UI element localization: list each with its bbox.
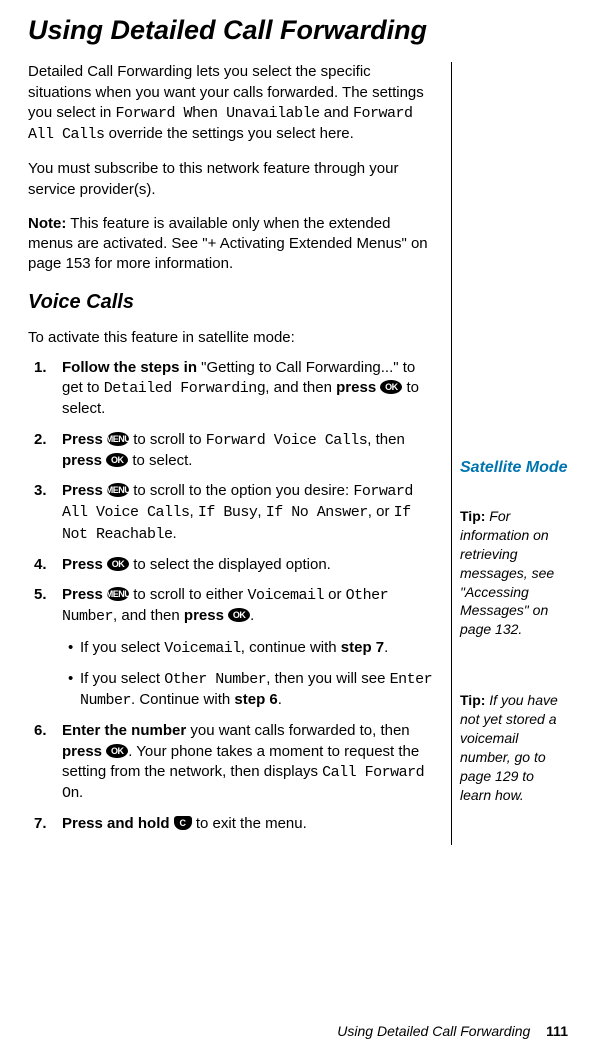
step-2: Press MENU to scroll to Forward Voice Ca… (48, 430, 437, 472)
footer-title: Using Detailed Call Forwarding (337, 1023, 530, 1039)
press-label: press (62, 743, 102, 760)
step-action: Press and hold (62, 815, 170, 832)
text: or (324, 586, 346, 603)
content-columns: Detailed Call Forwarding lets you select… (28, 62, 568, 844)
main-column: Detailed Call Forwarding lets you select… (28, 62, 452, 844)
menu-ref: Voicemail (164, 640, 241, 657)
ok-button-icon: OK (107, 557, 129, 571)
page-title: Using Detailed Call Forwarding (28, 12, 568, 48)
press-label: press (336, 379, 376, 396)
steps-intro: To activate this feature in satellite mo… (28, 328, 437, 348)
subheading-voice-calls: Voice Calls (28, 289, 437, 316)
text: , then you will see (266, 670, 389, 687)
step-4: Press OK to select the displayed option. (48, 555, 437, 575)
tip-2: Tip: If you have not yet stored a voicem… (460, 691, 568, 804)
menu-ref: If Busy (198, 504, 258, 521)
note-body: This feature is available only when the … (28, 215, 428, 273)
text: , continue with (241, 639, 341, 656)
text: to select. (128, 452, 192, 469)
text: override the settings you select here. (105, 125, 354, 142)
side-column: Satellite Mode Tip: For information on r… (452, 62, 568, 844)
step-ref: step 7 (341, 639, 384, 656)
note-paragraph: Note: This feature is available only whe… (28, 214, 437, 275)
text: , and then (113, 607, 184, 624)
step-ref: step 6 (234, 691, 277, 708)
step-5: Press MENU to scroll to either Voicemail… (48, 585, 437, 711)
text: , then (367, 431, 405, 448)
step-action: Enter the number (62, 722, 186, 739)
text: to scroll to (129, 431, 206, 448)
tip-body: For information on retrieving messages, … (460, 508, 554, 637)
step-3: Press MENU to scroll to the option you d… (48, 481, 437, 545)
ok-button-icon: OK (106, 453, 128, 467)
note-label: Note: (28, 215, 66, 232)
text: and (320, 104, 353, 121)
ok-button-icon: OK (380, 380, 402, 394)
steps-list: Follow the steps in "Getting to Call For… (28, 358, 437, 835)
step-action: Press (62, 482, 103, 499)
paragraph-2: You must subscribe to this network featu… (28, 159, 437, 200)
page-number: 111 (546, 1023, 568, 1039)
c-button-icon: C (174, 816, 192, 830)
step-action: Press (62, 556, 103, 573)
text: you want calls forwarded to, then (186, 722, 409, 739)
text: If you select (80, 670, 164, 687)
step-7: Press and hold C to exit the menu. (48, 814, 437, 834)
step-6: Enter the number you want calls forwarde… (48, 721, 437, 804)
press-label: press (62, 452, 102, 469)
paragraph-1: Detailed Call Forwarding lets you select… (28, 62, 437, 145)
text: If you select (80, 639, 164, 656)
menu-button-icon: MENU (107, 587, 129, 601)
sub-bullet-1: If you select Voicemail, continue with s… (68, 638, 437, 659)
text: to select the displayed option. (129, 556, 331, 573)
step-action: Press (62, 431, 103, 448)
menu-ref: Forward Voice Calls (206, 432, 368, 449)
text: to scroll to either (129, 586, 247, 603)
spacer (460, 639, 568, 681)
tip-label: Tip: (460, 508, 485, 524)
step-action: Press (62, 586, 103, 603)
text: to scroll to the option you desire: (129, 482, 353, 499)
text: , and then (265, 379, 336, 396)
satellite-mode-label: Satellite Mode (460, 457, 568, 479)
menu-ref: Forward When Unavailable (116, 105, 320, 122)
text: . Continue with (131, 691, 234, 708)
step-1: Follow the steps in "Getting to Call For… (48, 358, 437, 420)
menu-button-icon: MENU (107, 432, 129, 446)
menu-ref: Other Number (164, 671, 266, 688)
spacer (460, 62, 568, 457)
press-label: press (184, 607, 224, 624)
menu-ref: Voicemail (247, 587, 324, 604)
step-action: Follow the steps in (62, 359, 197, 376)
tip-1: Tip: For information on retrieving messa… (460, 507, 568, 639)
text: to exit the menu. (192, 815, 307, 832)
tip-body: If you have not yet stored a voicemail n… (460, 692, 558, 802)
menu-ref: Detailed Forwarding (104, 380, 266, 397)
ok-button-icon: OK (228, 608, 250, 622)
page-footer: Using Detailed Call Forwarding 111 (337, 1022, 568, 1041)
sub-bullet-list: If you select Voicemail, continue with s… (62, 638, 437, 712)
tip-label: Tip: (460, 692, 485, 708)
sub-bullet-2: If you select Other Number, then you wil… (68, 669, 437, 712)
menu-ref: If No Answer (266, 504, 368, 521)
ok-button-icon: OK (106, 744, 128, 758)
menu-button-icon: MENU (107, 483, 129, 497)
